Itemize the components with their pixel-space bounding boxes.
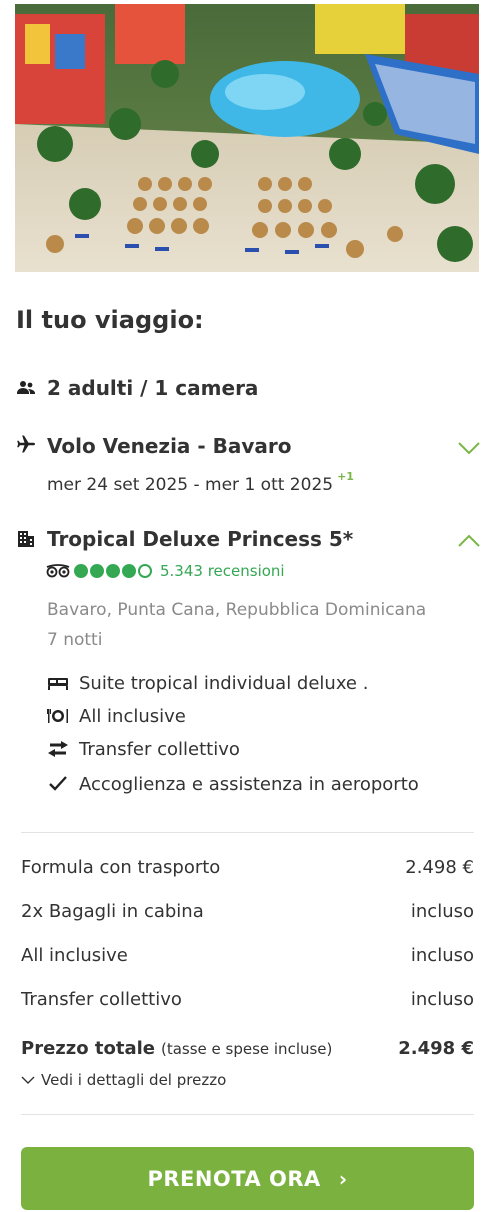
hotel-photo[interactable] [15, 4, 479, 272]
chevron-down-icon [21, 1076, 35, 1084]
feature-transfer: Transfer collettivo [47, 738, 240, 760]
tripadvisor-rating[interactable]: 5.343 recensioni [46, 561, 285, 581]
trip-summary-title: Il tuo viaggio: [16, 306, 204, 334]
hotel-title[interactable]: Tropical Deluxe Princess 5* [47, 527, 353, 551]
price-row-value: incluso [410, 989, 474, 1010]
building-icon [16, 529, 36, 549]
tripadvisor-owl-icon [46, 564, 70, 578]
rating-dot-empty [138, 564, 152, 578]
price-row-value: 2.498 € [405, 857, 474, 878]
stay-nights: 7 notti [47, 630, 103, 650]
price-row: All inclusive incluso [21, 945, 474, 966]
rating-dot-filled [74, 564, 88, 578]
pax-summary: 2 adulti / 1 camera [47, 376, 259, 400]
price-row-label: 2x Bagagli in cabina [21, 901, 204, 922]
chevron-down-icon[interactable] [457, 441, 481, 455]
price-row-label: Formula con trasporto [21, 857, 221, 878]
feature-assistance: Accoglienza e assistenza in aeroporto [47, 773, 419, 795]
price-row-label: Transfer collettivo [21, 989, 182, 1010]
bed-icon [47, 672, 69, 694]
airplane-icon [16, 434, 36, 454]
price-row: 2x Bagagli in cabina incluso [21, 901, 474, 922]
book-now-label: PRENOTA ORA [147, 1166, 321, 1191]
book-now-button[interactable]: PRENOTA ORA › [21, 1147, 474, 1210]
rating-dot-filled [106, 564, 120, 578]
divider [21, 1114, 474, 1115]
price-row-label: All inclusive [21, 945, 128, 966]
people-icon [16, 378, 36, 398]
feature-label: Suite tropical individual deluxe . [79, 672, 369, 694]
dining-icon [47, 705, 69, 727]
total-label: Prezzo totale [21, 1038, 155, 1059]
price-row-value: incluso [410, 901, 474, 922]
transfer-arrows-icon [47, 738, 69, 760]
price-details-link[interactable]: Vedi i dettagli del prezzo [21, 1071, 226, 1089]
chevron-right-icon: › [338, 1166, 348, 1191]
price-row: Transfer collettivo incluso [21, 989, 474, 1010]
price-details-label: Vedi i dettagli del prezzo [41, 1071, 227, 1089]
check-icon [47, 773, 69, 795]
rating-dot-filled [122, 564, 136, 578]
total-note: (tasse e spese incluse) [160, 1040, 333, 1058]
flight-dates-text: mer 24 set 2025 - mer 1 ott 2025 [47, 475, 334, 495]
chevron-up-icon[interactable] [457, 534, 481, 548]
feature-room: Suite tropical individual deluxe . [47, 672, 368, 694]
flight-title[interactable]: Volo Venezia - Bavaro [47, 434, 292, 458]
total-label-group: Prezzo totale (tasse e spese incluse) [21, 1038, 332, 1059]
total-price-row: Prezzo totale (tasse e spese incluse) 2.4… [21, 1038, 474, 1059]
feature-label: Transfer collettivo [79, 738, 240, 760]
review-count[interactable]: 5.343 recensioni [160, 562, 285, 580]
price-row-value: incluso [410, 945, 474, 966]
hotel-location: Bavaro, Punta Cana, Repubblica Dominican… [47, 600, 427, 620]
flight-dates: mer 24 set 2025 - mer 1 ott 2025 +1 [47, 470, 354, 495]
rating-dot-filled [90, 564, 104, 578]
divider [21, 832, 474, 833]
day-offset-badge: +1 [337, 470, 354, 483]
total-price: 2.498 € [398, 1038, 474, 1059]
feature-label: All inclusive [79, 705, 186, 727]
price-row: Formula con trasporto 2.498 € [21, 857, 474, 878]
feature-label: Accoglienza e assistenza in aeroporto [79, 773, 419, 795]
feature-board: All inclusive [47, 705, 186, 727]
